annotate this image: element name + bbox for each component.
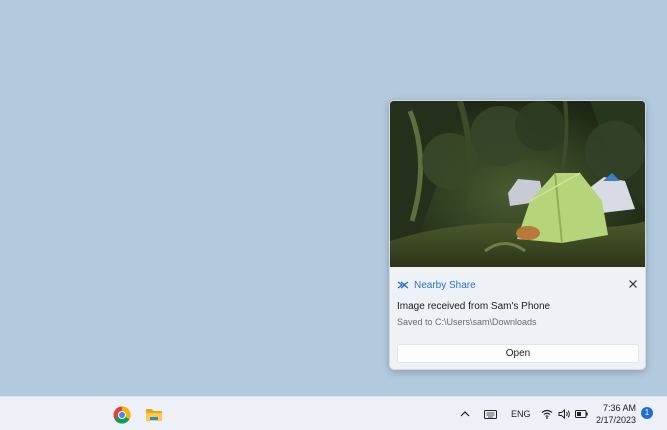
close-button[interactable] <box>626 277 640 291</box>
battery-status[interactable] <box>574 407 589 420</box>
taskbar-file-explorer[interactable] <box>144 405 164 425</box>
speaker-icon <box>558 408 570 419</box>
chrome-icon <box>113 406 131 424</box>
battery-icon <box>575 409 588 418</box>
taskbar-chrome[interactable] <box>112 405 132 425</box>
taskbar-clock[interactable]: 7:36 AM 2/17/2023 <box>594 402 636 426</box>
notification-header: Nearby Share <box>397 278 476 292</box>
nearby-share-icon <box>397 281 409 289</box>
clock-time: 7:36 AM <box>602 403 636 413</box>
notification-count-badge[interactable]: 1 <box>641 407 653 419</box>
wifi-icon <box>541 409 553 419</box>
keyboard-icon <box>483 409 497 419</box>
notification-toast[interactable]: Nearby Share Image received from Sam's P… <box>389 100 646 370</box>
received-image-preview[interactable] <box>390 101 646 267</box>
close-icon <box>629 280 637 288</box>
taskbar: ENG 7:36 AM 2/17/2023 1 <box>0 396 667 430</box>
wifi-status[interactable] <box>540 407 554 420</box>
touch-keyboard-button[interactable] <box>482 407 498 421</box>
clock-date: 2/17/2023 <box>595 415 636 425</box>
notification-app-name: Nearby Share <box>414 279 476 291</box>
open-button[interactable]: Open <box>397 344 639 363</box>
language-indicator[interactable]: ENG <box>511 409 531 419</box>
chevron-up-icon <box>460 411 470 417</box>
notification-title: Image received from Sam's Phone <box>397 301 551 312</box>
notification-body: Saved to C:\Users\sam\Downloads <box>397 317 537 327</box>
show-hidden-icons-button[interactable] <box>458 407 472 421</box>
file-explorer-icon <box>146 409 162 421</box>
volume-status[interactable] <box>557 407 572 420</box>
